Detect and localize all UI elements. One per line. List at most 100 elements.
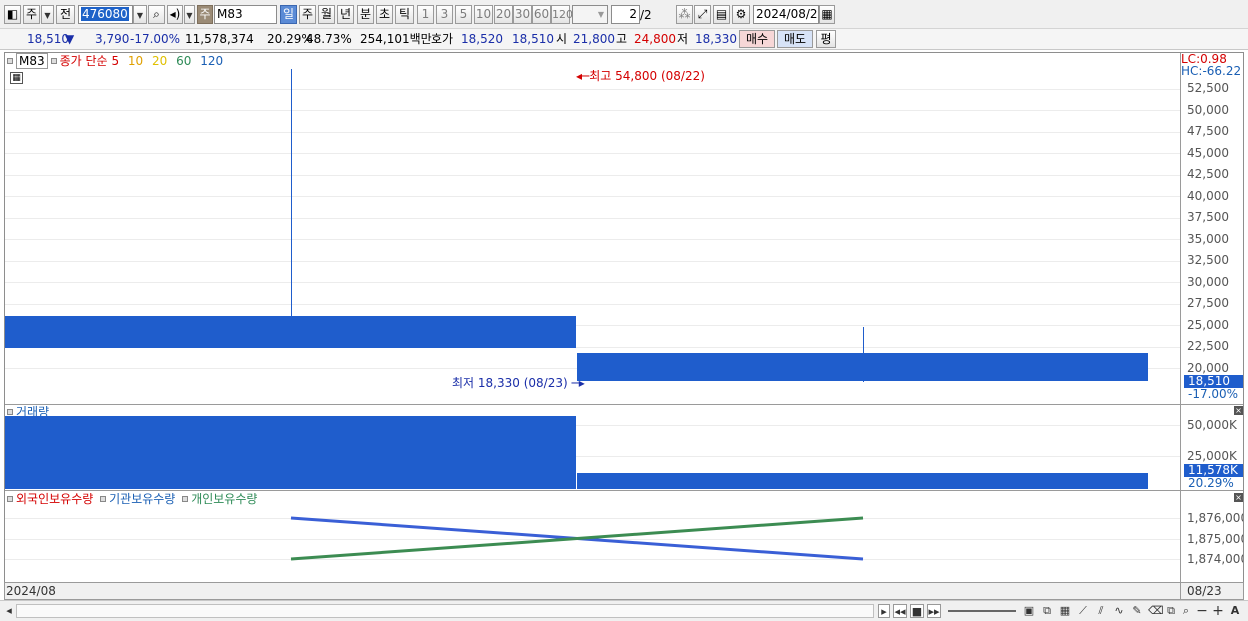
layout-icon[interactable]: ◧: [4, 5, 21, 24]
y-tick: 30,000: [1187, 275, 1229, 289]
main-toolbar: ◧ 주 ▼ 전 476080 ▼ ⌕ ◂) ▼ 주 M83 일 주 월 년 분 …: [0, 0, 1248, 29]
magnifier-icon[interactable]: ⌕: [1180, 604, 1192, 618]
interval-20-button[interactable]: 20: [494, 5, 513, 24]
speaker-icon[interactable]: ◂): [167, 5, 183, 24]
channel-icon[interactable]: ⫽: [1094, 604, 1108, 618]
high-price: 24,800: [634, 32, 676, 46]
open-label: 시: [556, 32, 568, 46]
copy-icon[interactable]: ⧉: [1164, 604, 1178, 618]
page-total-label: /2: [640, 8, 652, 22]
low-price: 18,330: [695, 32, 737, 46]
period-day-button[interactable]: 일: [280, 5, 297, 24]
grid-icon[interactable]: ▦: [1058, 604, 1072, 618]
pencil-icon[interactable]: ✎: [1130, 604, 1144, 618]
y-tick: 52,500: [1187, 81, 1229, 95]
date-input[interactable]: 2024/08/23: [753, 5, 819, 24]
window-cascade-icon[interactable]: ⧉: [1040, 604, 1054, 618]
code-dropdown-arrow-icon[interactable]: ▼: [133, 5, 147, 24]
bid-ask-label: 호가: [431, 32, 454, 46]
zoom-out-icon[interactable]: −: [1196, 604, 1208, 618]
ask-price: 18,520: [461, 32, 503, 46]
page-current-field[interactable]: 2: [611, 5, 640, 24]
crosshair-icon[interactable]: ⤢: [694, 5, 711, 24]
interval-3-button[interactable]: 3: [436, 5, 453, 24]
calendar-icon[interactable]: ▦: [819, 5, 835, 24]
y-tick: 45,000: [1187, 146, 1229, 160]
interval-5-button[interactable]: 5: [455, 5, 472, 24]
eraser-icon[interactable]: ⌫: [1148, 604, 1164, 618]
chart-area[interactable]: M83 종가 단순 5 10 20 60 120 ▦ ◂─최고 54,800 (0…: [4, 52, 1244, 601]
current-volume-ratio-tag: 20.29%: [1188, 476, 1234, 490]
down-arrow-icon: ▼: [65, 32, 75, 46]
period-tick-button[interactable]: 틱: [395, 5, 414, 24]
high-label: 고: [616, 32, 628, 46]
close-pane-icon[interactable]: ×: [1234, 493, 1243, 502]
prev-button[interactable]: 전: [56, 5, 75, 24]
wave-icon[interactable]: ∿: [1112, 604, 1126, 618]
interval-60-button[interactable]: 60: [532, 5, 551, 24]
period-second-button[interactable]: 초: [376, 5, 393, 24]
y-axis-divider: [1180, 53, 1181, 600]
stock-type-badge: 주: [197, 5, 213, 24]
rewind-icon[interactable]: ◂◂: [893, 604, 907, 618]
horizontal-scrollbar[interactable]: [16, 604, 874, 618]
period-year-button[interactable]: 년: [337, 5, 354, 24]
y-tick: 22,500: [1187, 339, 1229, 353]
stock-name-field[interactable]: M83: [214, 5, 277, 24]
stock-code-input[interactable]: 476080: [78, 5, 133, 24]
low-label: 저: [677, 32, 689, 46]
market-dropdown-arrow-icon[interactable]: ▼: [41, 5, 54, 24]
y-tick: 42,500: [1187, 167, 1229, 181]
date-axis-bar: 2024/08 08/23: [4, 582, 1244, 600]
y-tick: 37,500: [1187, 210, 1229, 224]
interval-30-button[interactable]: 30: [513, 5, 532, 24]
interval-10-button[interactable]: 10: [474, 5, 493, 24]
holdings-lines: [290, 516, 864, 561]
price-change-pct: -17.00%: [130, 32, 181, 46]
custom-interval-select[interactable]: ▼: [572, 5, 608, 24]
chart-scroll-row: ◂ ▸ ◂◂ ■ ▸▸ ▣ ⧉ ▦ ⟋ ⫽ ∿ ✎ ⌫ ⧉ ⌕ − + A: [0, 600, 1248, 621]
scroll-left-icon[interactable]: ◂: [4, 604, 14, 618]
search-icon[interactable]: ⌕: [148, 5, 165, 24]
fast-forward-icon[interactable]: ▸▸: [927, 604, 941, 618]
y-tick: 50,000: [1187, 103, 1229, 117]
zoom-in-icon[interactable]: +: [1212, 604, 1224, 618]
y-tick: 27,500: [1187, 296, 1229, 310]
volume-y-tick: 50,000K: [1187, 418, 1237, 432]
holdings-y-tick: 1,875,000: [1187, 532, 1244, 546]
date-end-label: 08/23: [1187, 584, 1222, 598]
window-tile-icon[interactable]: ▣: [1022, 604, 1036, 618]
save-icon[interactable]: ▤: [713, 5, 730, 24]
y-tick: 25,000: [1187, 318, 1229, 332]
buy-button[interactable]: 매수: [739, 30, 775, 48]
stop-icon[interactable]: ■: [910, 604, 924, 618]
period-minute-button[interactable]: 분: [357, 5, 374, 24]
period-month-button[interactable]: 월: [318, 5, 335, 24]
settings-gear-icon[interactable]: ⚙: [732, 5, 750, 24]
open-price: 21,800: [573, 32, 615, 46]
interval-1-button[interactable]: 1: [417, 5, 434, 24]
trendline-icon[interactable]: ⟋: [1076, 604, 1090, 618]
y-tick: 40,000: [1187, 189, 1229, 203]
price-change: 3,790: [95, 32, 130, 46]
close-pane-icon[interactable]: ×: [1234, 406, 1243, 415]
link-icon[interactable]: ⁂: [676, 5, 693, 24]
volume-value: 11,578,374: [185, 32, 254, 46]
scroll-right-icon[interactable]: ▸: [878, 604, 890, 618]
hc-label: HC:-66.22: [1181, 64, 1242, 78]
zoom-slider[interactable]: [948, 610, 1016, 612]
date-start-label: 2024/08: [6, 584, 56, 598]
interval-120-button[interactable]: 120: [551, 5, 573, 24]
trade-amount: 254,101백만: [360, 32, 432, 46]
quote-bar: 18,510 ▼ 3,790 -17.00% 11,578,374 20.29%…: [0, 29, 1248, 50]
sell-button[interactable]: 매도: [777, 30, 813, 48]
period-week-button[interactable]: 주: [299, 5, 316, 24]
y-tick: 47,500: [1187, 124, 1229, 138]
turnover-rate: 48.73%: [306, 32, 352, 46]
evaluation-button[interactable]: 평: [816, 30, 836, 48]
auto-scale-icon[interactable]: A: [1229, 604, 1241, 618]
current-price: 18,510: [27, 32, 69, 46]
speaker-dropdown-arrow-icon[interactable]: ▼: [184, 5, 195, 24]
current-change-tag: -17.00%: [1188, 387, 1239, 401]
market-select-button[interactable]: 주: [23, 5, 40, 24]
